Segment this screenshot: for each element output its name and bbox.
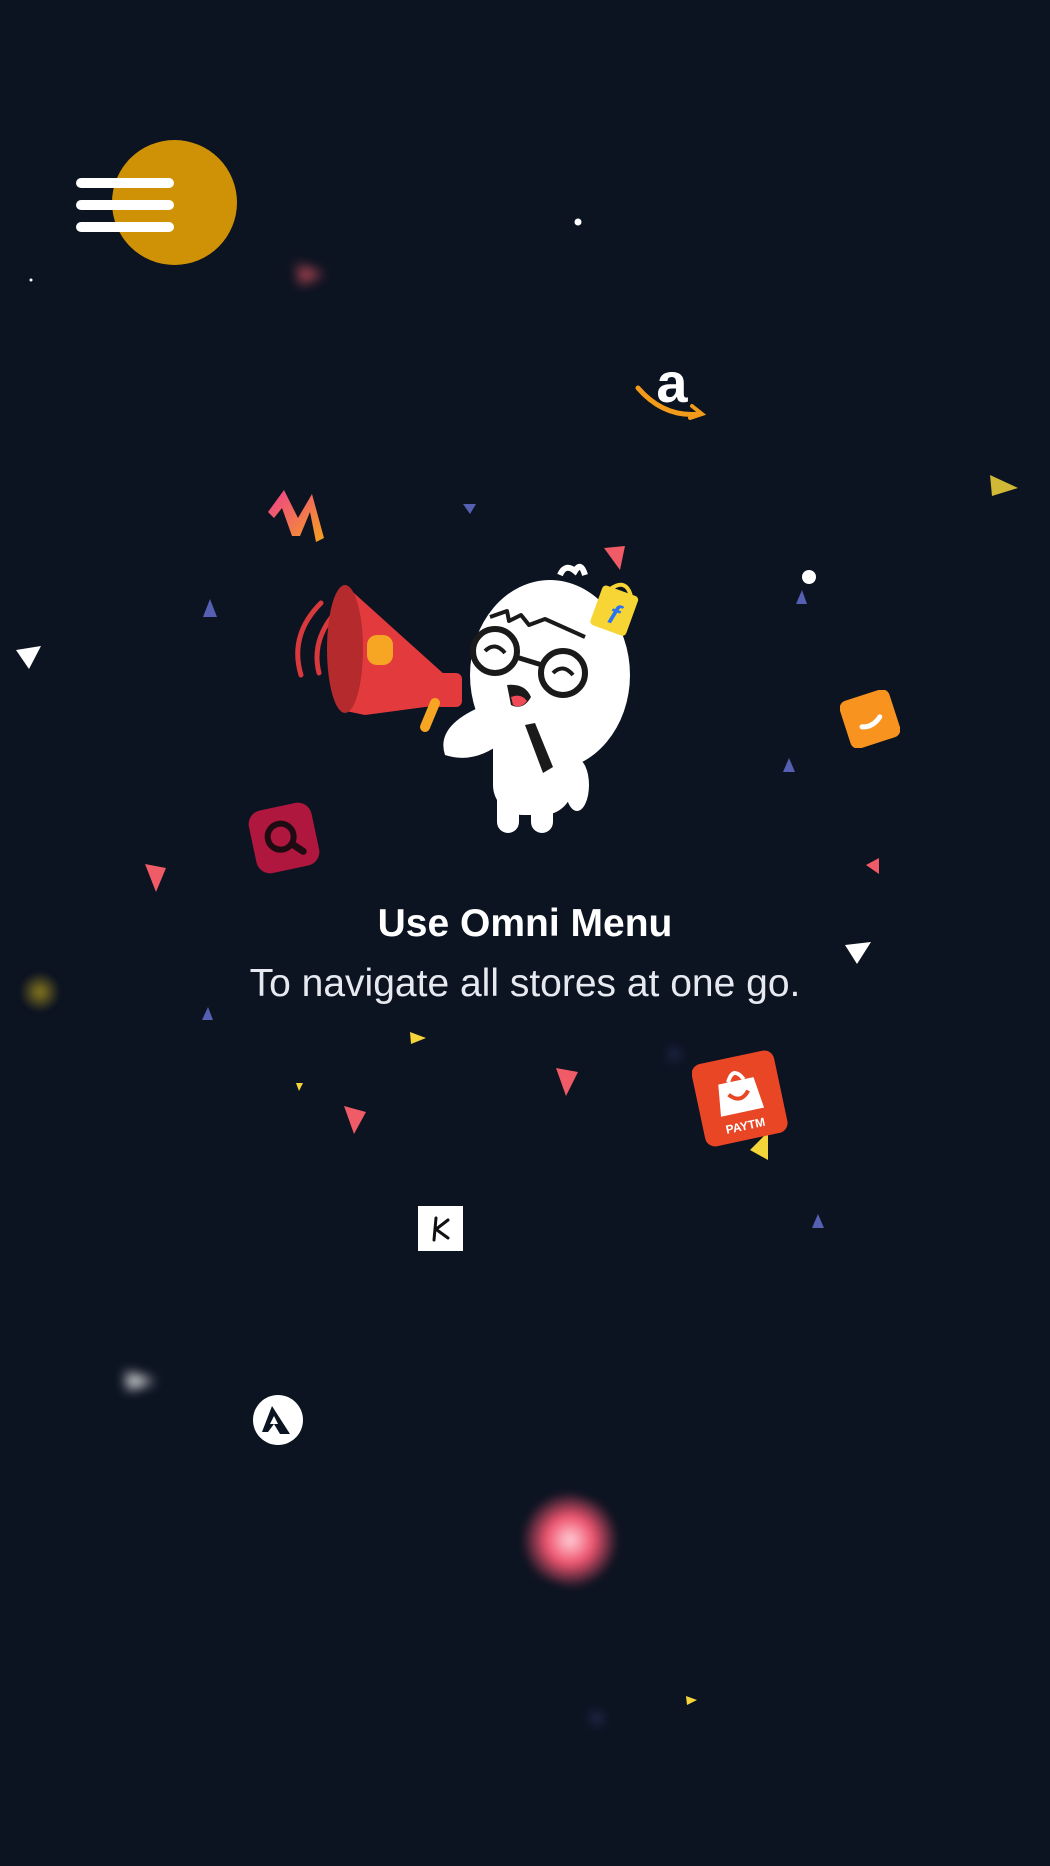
confetti-triangle bbox=[145, 864, 166, 892]
koovs-logo-icon bbox=[418, 1206, 463, 1251]
confetti-triangle bbox=[126, 1372, 155, 1390]
onboarding-title: Use Omni Menu bbox=[377, 902, 673, 945]
confetti-triangle bbox=[812, 1214, 824, 1228]
confetti-triangle bbox=[463, 504, 476, 514]
particle-dot bbox=[802, 570, 816, 584]
mascot-with-megaphone-icon: f bbox=[295, 563, 639, 833]
shopclues-logo-icon bbox=[840, 690, 900, 748]
onboarding-subtitle: To navigate all stores at one go. bbox=[249, 962, 801, 1005]
confetti-triangle bbox=[410, 1032, 426, 1044]
confetti-triangle bbox=[556, 1068, 578, 1096]
amazon-logo-icon: a bbox=[635, 352, 707, 420]
particle-dot bbox=[574, 218, 582, 226]
confetti-triangle bbox=[670, 1047, 681, 1060]
confetti-triangle bbox=[344, 1106, 366, 1134]
confetti-triangle bbox=[592, 1712, 604, 1724]
confetti-triangle bbox=[16, 646, 41, 669]
confetti-triangle bbox=[796, 590, 807, 604]
confetti-triangle bbox=[990, 475, 1018, 496]
confetti-triangle bbox=[866, 858, 879, 874]
search-app-icon bbox=[248, 802, 320, 874]
confetti-triangle bbox=[686, 1696, 697, 1705]
confetti-triangle bbox=[297, 264, 324, 285]
ajio-logo-icon bbox=[253, 1395, 303, 1445]
myntra-logo-icon bbox=[268, 490, 324, 542]
confetti-triangle bbox=[203, 599, 217, 617]
paytm-logo-icon: PAYTM bbox=[692, 1050, 788, 1147]
onboarding-screen: a f Use Omni Menu To navigate all stores… bbox=[0, 0, 1050, 1866]
confetti-triangle bbox=[202, 1007, 213, 1020]
particle-dot bbox=[29, 278, 33, 282]
confetti-triangle bbox=[783, 758, 795, 772]
confetti-triangle bbox=[296, 1083, 303, 1091]
